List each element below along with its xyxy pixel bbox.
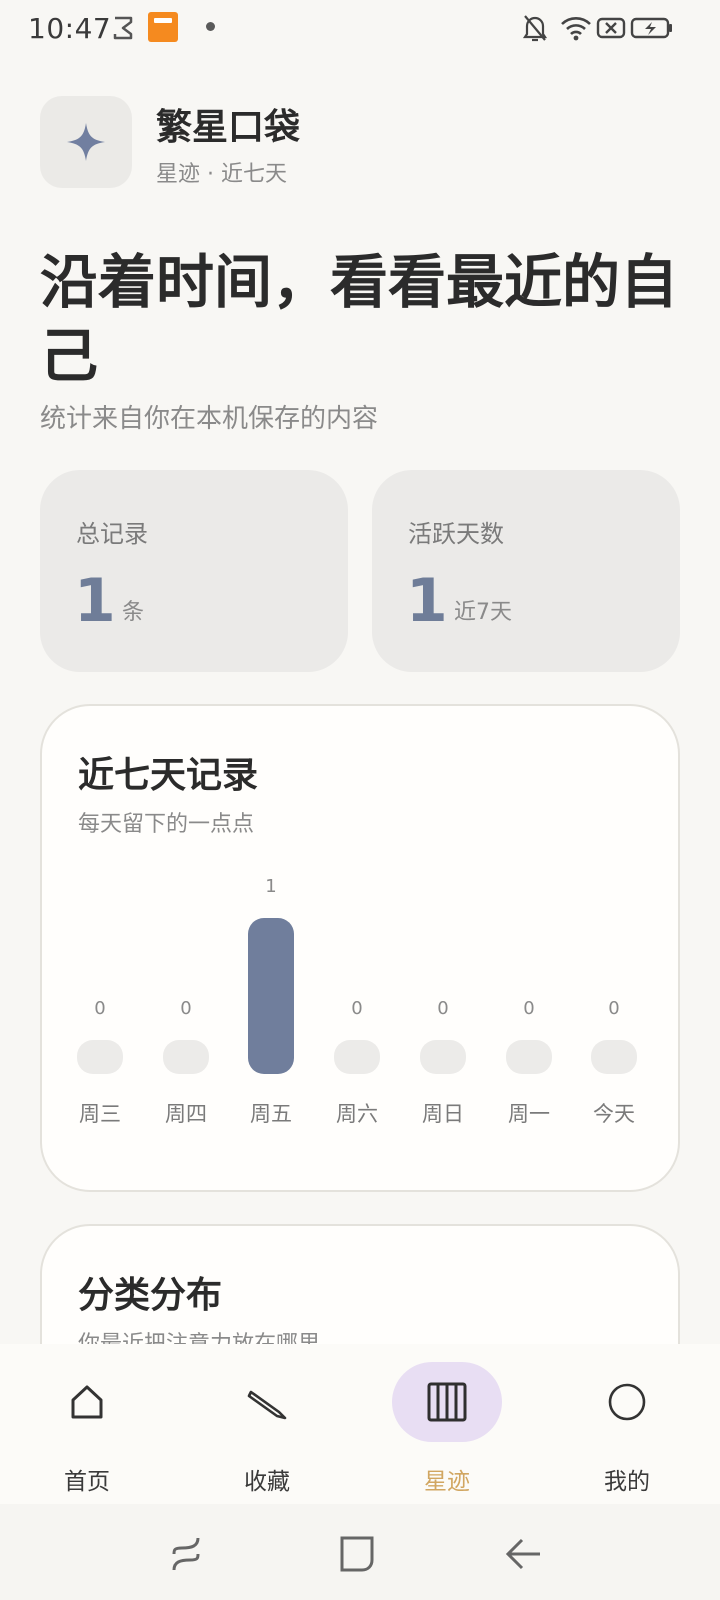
nav-item-profile[interactable]: 我的 [562, 1362, 682, 1495]
app-subtitle: 星迹 · 近七天 [156, 162, 287, 187]
day-bar [334, 1040, 380, 1074]
nav-label: 我的 [604, 1469, 650, 1495]
robot-icon [113, 16, 133, 40]
day-count-label: 1 [265, 876, 277, 897]
profile-circle-icon [572, 1362, 682, 1442]
day-bar [591, 1040, 637, 1074]
card-title: 分类分布 [78, 1275, 223, 1316]
pencil-icon [212, 1362, 322, 1442]
columns-icon [392, 1362, 502, 1442]
dot-icon [206, 22, 215, 31]
day-count-label: 0 [437, 998, 449, 1019]
status-bar: 10:47 [0, 0, 720, 56]
day-count-label: 0 [608, 998, 620, 1019]
day-bar [77, 1040, 123, 1074]
nav-item-favorites[interactable]: 收藏 [202, 1362, 322, 1495]
day-label: 周一 [508, 1102, 550, 1126]
day-label: 周五 [250, 1102, 292, 1126]
weekly-bar-chart: 0 周三 0 周四 1 周五 0 周六 0 周日 0 周一 0 今天 [42, 706, 682, 1194]
day-label: 今天 [593, 1102, 635, 1126]
app-notification-icon [148, 12, 178, 42]
weekly-records-card: 近七天记录 每天留下的一点点 0 周三 0 周四 1 周五 0 周六 0 周日 0 周一 0 今天 [40, 704, 680, 1192]
nav-label: 收藏 [244, 1469, 290, 1495]
sparkle-icon [67, 123, 105, 161]
day-label: 周日 [422, 1102, 464, 1126]
stat-label: 活跃天数 [408, 520, 504, 548]
stat-value: 1 [406, 566, 448, 636]
stat-unit: 条 [122, 600, 145, 625]
stat-label: 总记录 [76, 520, 148, 548]
battery-charging-icon [630, 17, 672, 39]
day-count-label: 0 [523, 998, 535, 1019]
app-title: 繁星口袋 [156, 107, 301, 148]
stat-card-total-records: 总记录 1 条 [40, 470, 348, 672]
nav-label: 星迹 [424, 1469, 470, 1495]
bell-off-icon [522, 15, 548, 42]
day-label: 周三 [79, 1102, 121, 1126]
system-navigation-bar [0, 1504, 720, 1600]
stat-unit: 近7天 [454, 600, 512, 625]
day-bar [506, 1040, 552, 1074]
page-subheadline: 统计来自你在本机保存的内容 [40, 404, 379, 434]
stat-card-active-days: 活跃天数 1 近7天 [372, 470, 680, 672]
day-count-label: 0 [351, 998, 363, 1019]
bottom-navigation: 首页 收藏 星迹 我的 [0, 1344, 720, 1504]
day-bar [420, 1040, 466, 1074]
recents-button[interactable] [164, 1532, 208, 1576]
day-count-label: 0 [94, 998, 106, 1019]
day-bar [248, 918, 294, 1074]
day-bar [163, 1040, 209, 1074]
wifi-icon [561, 17, 591, 41]
sim-off-icon [596, 17, 626, 39]
status-time: 10:47 [28, 12, 112, 45]
home-icon [32, 1362, 142, 1442]
stat-value: 1 [74, 566, 116, 636]
page-headline: 沿着时间，看看最近的自己 [40, 248, 679, 390]
back-button[interactable] [502, 1532, 546, 1576]
day-label: 周四 [165, 1102, 207, 1126]
app-logo [40, 96, 132, 188]
home-button[interactable] [334, 1532, 378, 1576]
nav-label: 首页 [64, 1469, 110, 1495]
day-count-label: 0 [180, 998, 192, 1019]
nav-item-home[interactable]: 首页 [22, 1362, 142, 1495]
day-label: 周六 [336, 1102, 378, 1126]
nav-item-star-trail[interactable]: 星迹 [382, 1362, 502, 1495]
